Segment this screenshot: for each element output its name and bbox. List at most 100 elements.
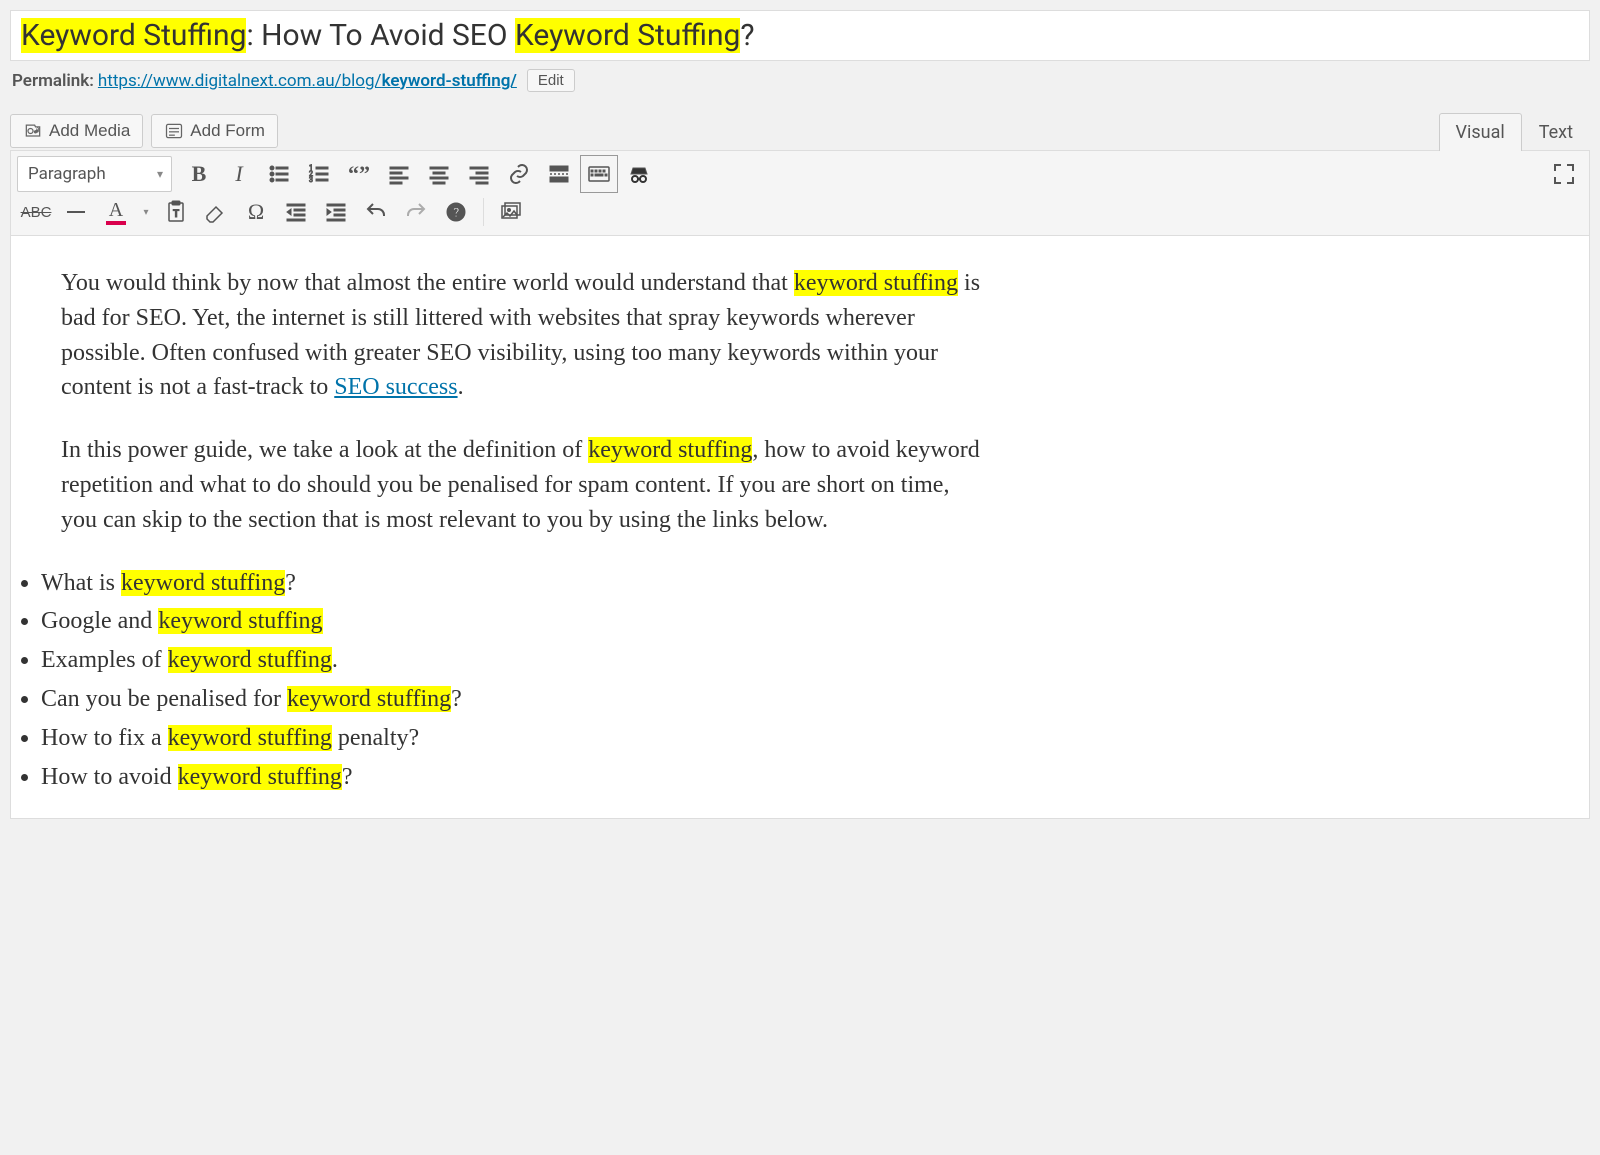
tab-visual[interactable]: Visual (1439, 113, 1522, 151)
post-title-input[interactable]: Keyword Stuffing: How To Avoid SEO Keywo… (21, 16, 1579, 55)
title-segment: Keyword Stuffing (21, 18, 246, 53)
read-more-button[interactable] (540, 155, 578, 193)
title-segment: ? (740, 18, 754, 53)
p1-post2: . (458, 374, 464, 400)
permalink-label: Permalink: (12, 71, 94, 91)
clear-format-button[interactable] (197, 193, 235, 231)
p1-pre: You would think by now that almost the e… (61, 270, 794, 296)
list-pre: How to fix a (41, 725, 168, 751)
special-char-button[interactable]: Ω (237, 193, 275, 231)
permalink-edit-button[interactable]: Edit (527, 69, 575, 92)
list-item: How to avoid keyword stuffing? (41, 760, 1539, 795)
list-post: ? (285, 570, 296, 596)
italic-button[interactable]: I (220, 155, 258, 193)
camera-music-icon (23, 121, 43, 141)
text-color-button[interactable]: A (97, 193, 135, 231)
help-button[interactable]: ? (437, 193, 475, 231)
toolbar: Paragraph B I 123 “” ABC A ▾ T (11, 151, 1589, 236)
undo-button[interactable] (357, 193, 395, 231)
numbered-list-icon: 123 (307, 162, 331, 186)
paragraph-1: You would think by now that almost the e… (61, 266, 981, 405)
align-left-button[interactable] (380, 155, 418, 193)
editor-tabs: Visual Text (1439, 112, 1590, 150)
toolbar-toggle-button[interactable] (580, 155, 618, 193)
help-icon: ? (444, 200, 468, 224)
indent-icon (324, 200, 348, 224)
align-center-icon (427, 162, 451, 186)
align-right-button[interactable] (460, 155, 498, 193)
list-highlight: keyword stuffing (168, 725, 332, 751)
list-item: Examples of keyword stuffing. (41, 643, 1539, 678)
toolbar-divider (483, 198, 484, 226)
list-item: What is keyword stuffing? (41, 566, 1539, 601)
toolbar-row-2: ABC A ▾ T Ω ? (17, 193, 1583, 231)
media-row: Add Media Add Form Visual Text (10, 112, 1590, 150)
list-post: ? (451, 686, 462, 712)
strikethrough-button[interactable]: ABC (17, 193, 55, 231)
incognito-icon (627, 162, 651, 186)
link-icon (507, 162, 531, 186)
list-pre: How to avoid (41, 764, 178, 790)
eraser-icon (204, 200, 228, 224)
list-item: Google and keyword stuffing (41, 604, 1539, 639)
paragraph-2: In this power guide, we take a look at t… (61, 433, 981, 537)
list-highlight: keyword stuffing (121, 570, 285, 596)
add-media-button[interactable]: Add Media (10, 114, 143, 148)
text-color-caret[interactable]: ▾ (137, 193, 155, 231)
undo-icon (364, 200, 388, 224)
title-segment: : How To Avoid SEO (246, 18, 514, 53)
list-post: ? (342, 764, 353, 790)
editor-content[interactable]: You would think by now that almost the e… (11, 236, 1589, 818)
list-post: penalty? (332, 725, 419, 751)
fullscreen-button[interactable] (1545, 155, 1583, 193)
numbered-list-button[interactable]: 123 (300, 155, 338, 193)
list-post: . (332, 647, 338, 673)
tab-text[interactable]: Text (1522, 113, 1590, 151)
permalink-base: https://www.digitalnext.com.au/blog/ (98, 71, 382, 91)
list-highlight: keyword stuffing (287, 686, 451, 712)
add-media-label: Add Media (49, 121, 130, 141)
paste-text-button[interactable]: T (157, 193, 195, 231)
editor-box: Paragraph B I 123 “” ABC A ▾ T (10, 150, 1590, 819)
toolbar-row-1: Paragraph B I 123 “” (17, 155, 1583, 193)
list-pre: What is (41, 570, 121, 596)
form-icon (164, 121, 184, 141)
indent-button[interactable] (317, 193, 355, 231)
align-right-icon (467, 162, 491, 186)
toc-list: What is keyword stuffing?Google and keyw… (41, 566, 1539, 795)
align-center-button[interactable] (420, 155, 458, 193)
format-select[interactable]: Paragraph (17, 156, 172, 192)
list-item: How to fix a keyword stuffing penalty? (41, 721, 1539, 756)
bold-button[interactable]: B (180, 155, 218, 193)
list-pre: Examples of (41, 647, 168, 673)
permalink-slug: keyword-stuffing/ (382, 71, 517, 91)
redo-button[interactable] (397, 193, 435, 231)
format-selected-label: Paragraph (28, 164, 106, 184)
list-item: Can you be penalised for keyword stuffin… (41, 682, 1539, 717)
title-segment: Keyword Stuffing (515, 18, 740, 53)
permalink-link[interactable]: https://www.digitalnext.com.au/blog/keyw… (98, 71, 517, 91)
incognito-button[interactable] (620, 155, 658, 193)
svg-text:?: ? (453, 206, 459, 221)
svg-text:T: T (173, 209, 179, 220)
images-icon (499, 200, 523, 224)
bullet-list-button[interactable] (260, 155, 298, 193)
hr-icon (64, 200, 88, 224)
seo-success-link[interactable]: SEO success (334, 374, 457, 400)
redo-icon (404, 200, 428, 224)
list-pre: Google and (41, 608, 158, 634)
horizontal-rule-button[interactable] (57, 193, 95, 231)
clipboard-t-icon: T (164, 200, 188, 224)
add-form-label: Add Form (190, 121, 265, 141)
blockquote-button[interactable]: “” (340, 155, 378, 193)
p2-pre: In this power guide, we take a look at t… (61, 437, 588, 463)
list-highlight: keyword stuffing (158, 608, 322, 634)
outdent-button[interactable] (277, 193, 315, 231)
add-form-button[interactable]: Add Form (151, 114, 278, 148)
fullscreen-icon (1552, 162, 1576, 186)
link-button[interactable] (500, 155, 538, 193)
list-highlight: keyword stuffing (178, 764, 342, 790)
image-gallery-button[interactable] (492, 193, 530, 231)
permalink-row: Permalink: https://www.digitalnext.com.a… (10, 69, 1590, 92)
align-left-icon (387, 162, 411, 186)
